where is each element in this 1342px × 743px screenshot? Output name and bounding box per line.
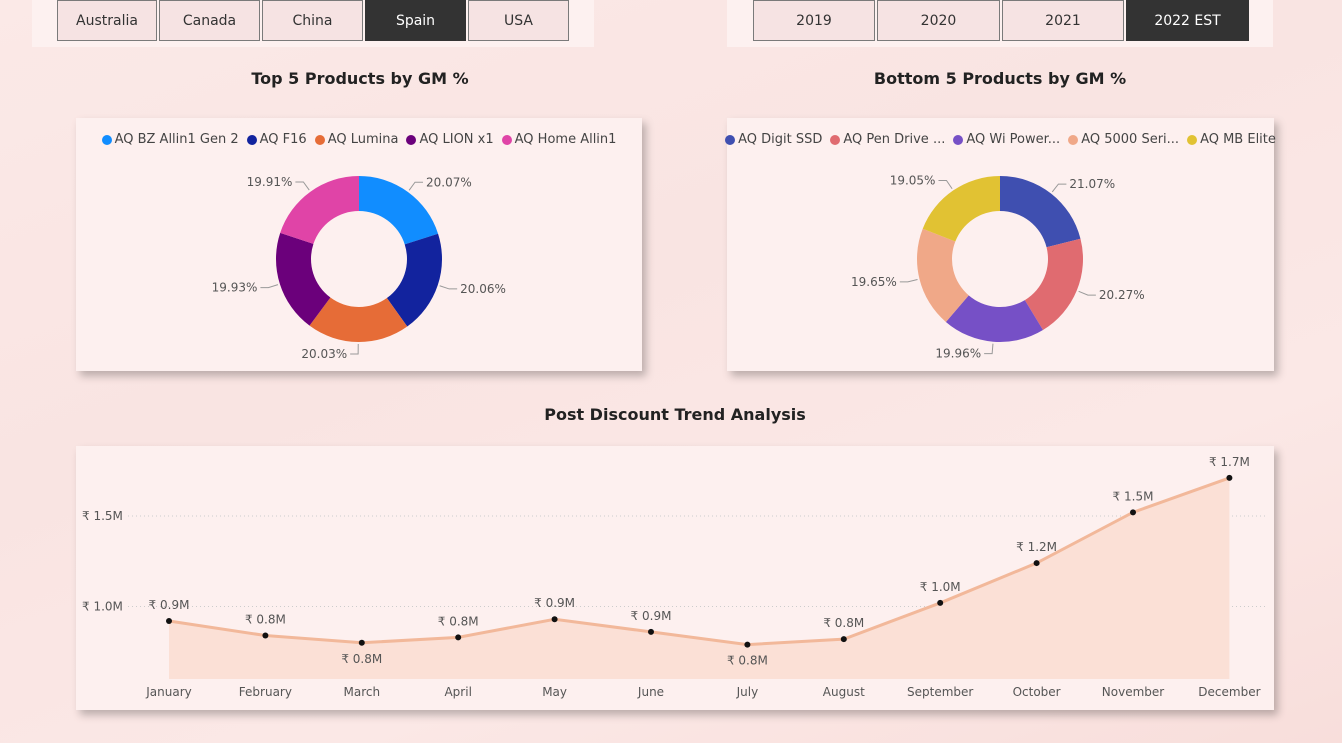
data-point[interactable]	[455, 634, 462, 641]
data-point[interactable]	[1033, 560, 1040, 567]
leader-line	[1051, 183, 1067, 193]
x-tick-label: December	[1198, 685, 1260, 699]
country-option-spain[interactable]: Spain	[365, 0, 466, 41]
x-tick-label: February	[239, 685, 292, 699]
year-slicer: 2019 2020 2021 2022 EST	[727, 0, 1273, 47]
leader-line	[260, 284, 279, 289]
leader-line	[295, 181, 310, 191]
data-label: ₹ 0.9M	[534, 596, 575, 610]
slice-label: 20.27%	[1099, 288, 1145, 302]
slice-label: 19.05%	[890, 174, 936, 188]
trend-area	[169, 477, 1230, 679]
x-tick-label: July	[736, 685, 759, 699]
x-tick-label: September	[907, 685, 973, 699]
country-slicer: Australia Canada China Spain USA	[32, 0, 594, 47]
data-label: ₹ 1.0M	[920, 580, 961, 594]
data-label: ₹ 0.8M	[727, 654, 768, 668]
x-tick-label: June	[637, 685, 664, 699]
data-label: ₹ 0.8M	[245, 613, 286, 627]
bottom-products-card: AQ Digit SSD AQ Pen Drive ... AQ Wi Powe…	[725, 118, 1276, 371]
data-point[interactable]	[358, 639, 365, 646]
slice-label: 19.65%	[851, 275, 897, 289]
year-option-2021[interactable]: 2021	[1002, 0, 1124, 41]
leader-line	[938, 180, 953, 190]
top-products-donut: 20.07% 20.06% 20.03% 19.93% 19.91%	[212, 175, 506, 361]
slice-label: 19.96%	[935, 347, 981, 361]
top-products-card: AQ BZ Allin1 Gen 2 AQ F16 AQ Lumina AQ L…	[76, 118, 642, 371]
country-option-canada[interactable]: Canada	[159, 0, 260, 41]
data-label: ₹ 1.7M	[1209, 455, 1250, 469]
data-label: ₹ 1.2M	[1016, 540, 1057, 554]
data-label: ₹ 0.8M	[823, 616, 864, 630]
leader-line	[984, 343, 994, 355]
x-tick-label: October	[1013, 685, 1061, 699]
slice-label: 21.07%	[1069, 177, 1115, 191]
trend-area-chart: ₹ 1.0M ₹ 1.5M ₹ 0.9M January ₹ 0.8M February ₹…	[82, 455, 1266, 699]
data-point[interactable]	[937, 599, 944, 606]
y-tick-label: ₹ 1.0M	[82, 600, 123, 614]
leader-line	[350, 343, 359, 355]
slice-label: 20.07%	[426, 175, 472, 189]
x-tick-label: November	[1102, 685, 1164, 699]
country-option-australia[interactable]: Australia	[57, 0, 157, 41]
slice-label: 20.03%	[301, 347, 347, 361]
slice-label: 19.91%	[247, 175, 293, 189]
leader-line	[408, 181, 424, 191]
year-option-2019[interactable]: 2019	[753, 0, 875, 41]
x-tick-label: August	[823, 685, 865, 699]
data-label: ₹ 0.9M	[149, 598, 190, 612]
bottom-products-donut: 21.07% 20.27% 19.96% 19.65% 19.05%	[851, 174, 1145, 361]
x-tick-label: April	[444, 685, 471, 699]
year-option-2022-est[interactable]: 2022 EST	[1126, 0, 1249, 41]
slice-label: 20.06%	[460, 282, 506, 296]
data-point[interactable]	[551, 616, 558, 623]
data-point[interactable]	[1130, 509, 1136, 516]
data-point[interactable]	[262, 632, 269, 639]
data-point[interactable]	[166, 618, 172, 625]
leader-line	[1078, 290, 1096, 296]
slice-label: 19.93%	[212, 281, 258, 295]
data-label: ₹ 0.8M	[341, 652, 382, 666]
data-point[interactable]	[1226, 474, 1233, 481]
country-option-usa[interactable]: USA	[468, 0, 569, 41]
top-products-title: Top 5 Products by GM %	[251, 69, 469, 88]
bottom-products-title: Bottom 5 Products by GM %	[873, 69, 1127, 88]
trend-title: Post Discount Trend Analysis	[544, 405, 806, 424]
data-label: ₹ 1.5M	[1113, 489, 1154, 503]
leader-line	[899, 279, 918, 283]
year-option-2020[interactable]: 2020	[877, 0, 1000, 41]
y-tick-label: ₹ 1.5M	[82, 509, 123, 523]
trend-card: ₹ 1.0M ₹ 1.5M ₹ 0.9M January ₹ 0.8M February ₹…	[76, 446, 1274, 710]
data-point[interactable]	[744, 641, 751, 648]
data-label: ₹ 0.8M	[438, 614, 479, 628]
data-point[interactable]	[648, 628, 654, 635]
x-tick-label: March	[344, 685, 381, 699]
x-tick-label: May	[542, 685, 567, 699]
country-option-china[interactable]: China	[262, 0, 363, 41]
x-tick-label: January	[145, 685, 192, 699]
leader-line	[439, 285, 458, 290]
data-point[interactable]	[840, 636, 847, 643]
data-label: ₹ 0.9M	[631, 609, 672, 623]
